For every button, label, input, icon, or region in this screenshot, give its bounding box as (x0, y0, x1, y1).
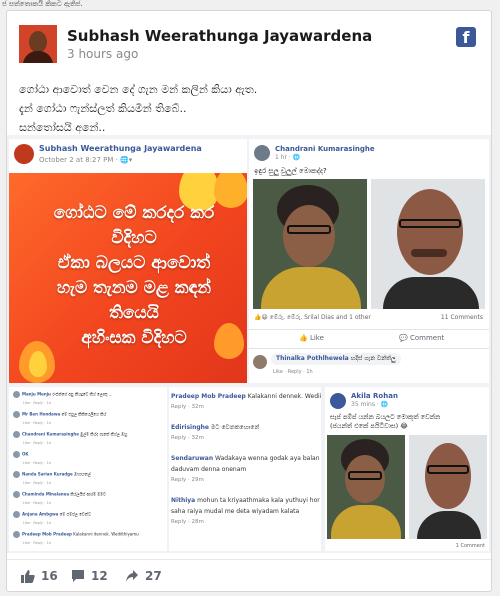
screenshot-akila-post: Akila Rohan 35 mins · 🌐 සැප් පම්ප් යන්න … (325, 387, 489, 551)
list-item: Chandrani Kumarasinghe මුල්ම කිය්ද ගැනේ … (13, 431, 127, 438)
screenshot-author: Subhash Weerathunga Jayawardena (39, 144, 202, 153)
comment-meta: Like · Reply · 1d (23, 401, 51, 405)
banner-text: ගෝඨට මේ කරදර කර විදිහට ඒකා බලයට ආවොත් හැ… (53, 203, 215, 348)
like-count[interactable]: 16 (21, 569, 58, 583)
post-footer: 16 12 27 (7, 559, 491, 591)
screenshot-time: 35 mins · 🌐 (351, 401, 389, 408)
flame-icon (29, 351, 47, 377)
comment-continuation: saha raiya mudal me deta wiyadam kalata (171, 508, 300, 515)
screenshot-orange-post: Subhash Weerathunga Jayawardena October … (9, 139, 247, 383)
comment-meta: Like · Reply · 1d (23, 441, 51, 445)
comment-meta: Like · Reply · 1d (23, 541, 51, 545)
comment-continuation: daduvam denna onenam (171, 466, 247, 473)
photo-right (371, 179, 485, 309)
like-button: 👍 Like (299, 334, 324, 342)
comment-line: Sendaruwan Wadakaya wenna godak aya bala… (171, 455, 321, 462)
comment-icon (72, 570, 84, 582)
screenshot-text: ඉඳුර සුලු චුලුල් මොකද්ද? (254, 167, 327, 175)
screenshot-author: Akila Rohan (351, 392, 398, 400)
comments-count: 1 Comment (455, 543, 485, 549)
list-item: Manju Menju රංජන්ගේ අපු කියදුටේ කිය් ලොක… (13, 391, 112, 398)
cropped-header-text: ජ සත්තොකයි කිකට ඇතිජ. (2, 0, 83, 8)
comments-count: 11 Comments (440, 314, 483, 321)
comment-meta: Like · Reply · 1d (23, 481, 51, 485)
comment: Thinalka Pothlhewela හදිස් ගැන වන්ත්ලු L… (253, 353, 485, 379)
facebook-icon: f (456, 27, 476, 47)
banner-image: ගෝඨට මේ කරදර කර විදිහට ඒකා බලයට ආවොත් හැ… (9, 173, 247, 383)
comment-meta: Reply · 29m (171, 477, 204, 483)
author-name[interactable]: Subhash Weerathunga Jayawardena (67, 27, 372, 45)
screenshot-text: සැප් පම්ප් යන්න බයලට මොකුත් වෙන්න (ජයන්ත… (330, 413, 441, 430)
post-time[interactable]: 3 hours ago (67, 47, 138, 61)
screenshot-time: October 2 at 8:27 PM · 🌐▾ (39, 156, 133, 164)
comment-meta: Reply · 28m (171, 519, 204, 525)
comment-meta: Like · Reply · 1d (23, 501, 51, 505)
comment-meta: Like · Reply · 1d (23, 521, 51, 525)
comment-meta: Reply · 32m (171, 404, 204, 410)
comment-meta: Like · Reply · 1d (23, 421, 51, 425)
list-item: Chaminda Minalanea කිය්ලයිස් ආශ්ම ම්මට (13, 491, 106, 498)
thumbs-up-icon (21, 570, 35, 583)
post-text-line-3: සන්තෝසයි අනේ.. (19, 121, 106, 134)
author-avatar[interactable] (19, 25, 57, 63)
comment-line: Pradeep Mob Pradeep Kalakanni dennek. We… (171, 393, 321, 400)
photo-right (409, 435, 487, 539)
screenshot-chandrani-post: Chandrani Kumarasinghe 1 hr · 🌐 ඉඳුර සුල… (249, 139, 489, 383)
screenshot-author: Chandrani Kumarasinghe (275, 145, 375, 153)
share-icon (126, 570, 138, 582)
avatar (330, 393, 346, 409)
screenshot-comment-list: Manju Menju රංජන්ගේ අපු කියදුටේ කිය් ලොක… (9, 387, 167, 551)
comment-button: 💬 Comment (399, 334, 445, 342)
list-item: Anjana Ambgwa මේ පම්ප්ල වෙන්ධ (13, 511, 91, 518)
screenshot-time: 1 hr · 🌐 (275, 154, 301, 161)
post-text-line-2: දැන් ගෝඨා ෆැන්ස්ලත් කියමින් තිබේ.. (19, 102, 187, 115)
photo-left (253, 179, 367, 309)
reactions-summary: 👍😆 මේරු, මේරු, Srilal Dias and 1 other (254, 314, 371, 321)
comment-line: Edirisinghe මට වෙනකහොනේ (171, 424, 260, 431)
post-card: Subhash Weerathunga Jayawardena 3 hours … (6, 10, 492, 592)
post-image-collage[interactable]: Subhash Weerathunga Jayawardena October … (7, 135, 491, 553)
list-item: Nanda Sarian Kuradge ඔහාහනල් (13, 471, 91, 478)
comment-meta: Reply · 32m (171, 435, 204, 441)
list-item: OK (13, 451, 29, 458)
avatar (14, 144, 34, 164)
list-item: Pradeep Mob Pradeep Kalakanni dennek. We… (13, 531, 139, 538)
comment-count[interactable]: 12 (71, 569, 108, 583)
share-count[interactable]: 27 (125, 569, 162, 583)
photo-left (327, 435, 405, 539)
screenshot-comment-thread: Pradeep Mob Pradeep Kalakanni dennek. We… (169, 387, 321, 551)
post-text-line-1: ගෝඨා ආවොත් වෙන දේ ගැන මන් කලින් කියා ඇත. (19, 83, 258, 96)
avatar (254, 145, 270, 161)
comment-line: Nithiya mohun ta kriyaathmaka kala yuthu… (171, 497, 320, 504)
list-item: Mr Ben Hondawa මේ එපුල කිකියෙලියෙ කිය් (13, 411, 106, 418)
action-bar: 👍 Like 💬 Comment (249, 329, 489, 349)
comment-meta: Like · Reply · 1d (23, 461, 51, 465)
